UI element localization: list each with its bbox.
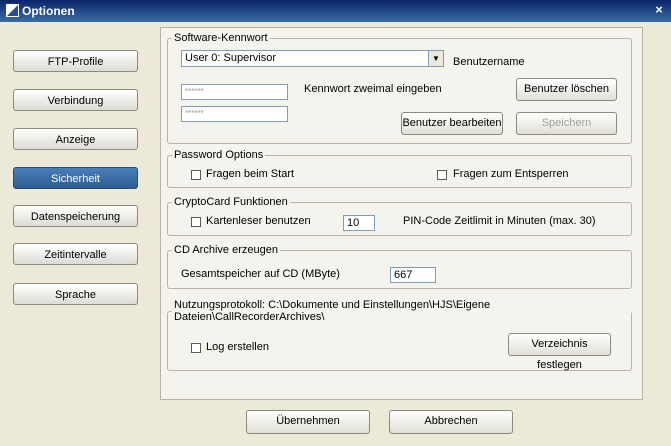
pin-timeout-input[interactable]: 10 xyxy=(343,215,375,231)
cd-total-label: Gesamtspeicher auf CD (MByte) xyxy=(181,268,340,280)
group-title: Software-Kennwort xyxy=(174,32,268,44)
chevron-down-icon[interactable]: ▼ xyxy=(428,51,443,66)
nav-security[interactable]: Sicherheit xyxy=(13,167,138,189)
nav-time-intervals[interactable]: Zeitintervalle xyxy=(13,243,138,265)
apply-button[interactable]: Übernehmen xyxy=(246,410,370,434)
nav-ftp-profile[interactable]: FTP-Profile xyxy=(13,50,138,72)
set-directory-button[interactable]: Verzeichnis festlegen xyxy=(508,333,611,371)
nav-display[interactable]: Anzeige xyxy=(13,128,138,150)
group-title: CryptoCard Funktionen xyxy=(174,196,288,208)
window-title: Optionen xyxy=(22,4,75,18)
cancel-button[interactable]: Abbrechen xyxy=(389,410,513,434)
settings-panel: Software-Kennwort User 0: Supervisor ▼ B… xyxy=(160,27,643,400)
user-select-value: User 0: Supervisor xyxy=(185,52,277,64)
create-log-checkbox[interactable] xyxy=(191,343,201,353)
app-icon xyxy=(6,4,19,17)
group-title: CD Archive erzeugen xyxy=(174,244,278,256)
ask-on-start-checkbox[interactable] xyxy=(191,170,201,180)
nav-connection[interactable]: Verbindung xyxy=(13,89,138,111)
ask-on-unlock-checkbox[interactable] xyxy=(437,170,447,180)
username-label: Benutzername xyxy=(453,56,525,68)
create-log-label: Log erstellen xyxy=(206,341,269,353)
edit-user-button[interactable]: Benutzer bearbeiten xyxy=(401,112,503,135)
ask-on-unlock-label: Fragen zum Entsperren xyxy=(453,168,569,180)
enter-twice-label: Kennwort zweimal eingeben xyxy=(304,83,442,95)
title-bar: Optionen × xyxy=(0,0,671,22)
pin-timeout-label: PIN-Code Zeitlimit in Minuten (max. 30) xyxy=(403,215,596,227)
group-title: Nutzungsprotokoll: C:\Dokumente und Eins… xyxy=(174,299,491,323)
ask-on-start-label: Fragen beim Start xyxy=(206,168,295,180)
password-field-1[interactable]: ****** xyxy=(181,84,288,100)
nav-language[interactable]: Sprache xyxy=(13,283,138,305)
password-field-2[interactable]: ****** xyxy=(181,106,288,122)
use-card-reader-checkbox[interactable] xyxy=(191,217,201,227)
use-card-reader-label: Kartenleser benutzen xyxy=(206,215,311,227)
cd-total-input[interactable]: 667 xyxy=(390,267,436,283)
dialog-body: FTP-Profile Verbindung Anzeige Sicherhei… xyxy=(0,22,671,446)
close-icon[interactable]: × xyxy=(651,2,667,18)
user-select[interactable]: User 0: Supervisor ▼ xyxy=(181,50,444,67)
delete-user-button[interactable]: Benutzer löschen xyxy=(516,78,617,101)
nav-data-storage[interactable]: Datenspeicherung xyxy=(13,205,138,227)
group-title: Password Options xyxy=(174,149,264,161)
save-button[interactable]: Speichern xyxy=(516,112,617,135)
